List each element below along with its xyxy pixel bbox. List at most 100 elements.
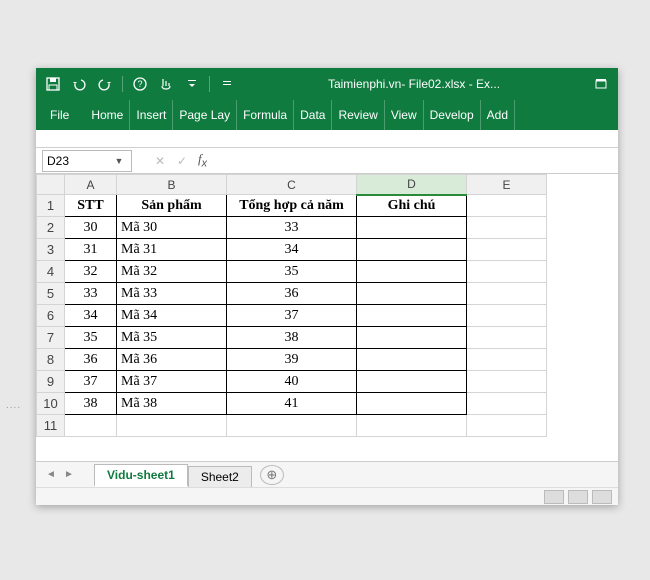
add-sheet-button[interactable]: ⊕	[260, 465, 284, 485]
tab-data[interactable]: Data	[294, 100, 332, 130]
cell-C9[interactable]: 40	[227, 371, 357, 393]
redo-icon[interactable]	[94, 73, 116, 95]
cell-E5[interactable]	[467, 283, 547, 305]
ribbon-display-icon[interactable]	[590, 73, 612, 95]
undo-icon[interactable]	[68, 73, 90, 95]
sheet-nav-next-icon[interactable]: ►	[60, 469, 78, 480]
name-box[interactable]: ▼	[42, 150, 132, 172]
name-box-dropdown-icon[interactable]: ▼	[111, 156, 127, 166]
cell-B11[interactable]	[117, 415, 227, 437]
cell-B4[interactable]: Mã 32	[117, 261, 227, 283]
page-break-view-icon[interactable]	[592, 490, 612, 504]
cell-C10[interactable]: 41	[227, 393, 357, 415]
cell-B3[interactable]: Mã 31	[117, 239, 227, 261]
tab-home[interactable]: Home	[85, 100, 130, 130]
cell-D1[interactable]: Ghi chú	[357, 195, 467, 217]
col-header-A[interactable]: A	[65, 175, 117, 195]
col-header-D[interactable]: D	[357, 175, 467, 195]
row-header-9[interactable]: 9	[37, 371, 65, 393]
cell-E9[interactable]	[467, 371, 547, 393]
cell-E6[interactable]	[467, 305, 547, 327]
cell-B5[interactable]: Mã 33	[117, 283, 227, 305]
cell-E4[interactable]	[467, 261, 547, 283]
select-all-corner[interactable]	[37, 175, 65, 195]
formula-input[interactable]	[207, 154, 618, 168]
touch-mode-icon[interactable]	[155, 73, 177, 95]
cell-A8[interactable]: 36	[65, 349, 117, 371]
cell-A1[interactable]: STT	[65, 195, 117, 217]
cell-D10[interactable]	[357, 393, 467, 415]
cell-D7[interactable]	[357, 327, 467, 349]
cell-D6[interactable]	[357, 305, 467, 327]
cell-D2[interactable]	[357, 217, 467, 239]
cell-E7[interactable]	[467, 327, 547, 349]
tab-file[interactable]: File	[40, 100, 79, 130]
name-box-input[interactable]	[43, 154, 111, 168]
cell-E2[interactable]	[467, 217, 547, 239]
row-header-6[interactable]: 6	[37, 305, 65, 327]
normal-view-icon[interactable]	[544, 490, 564, 504]
cell-A7[interactable]: 35	[65, 327, 117, 349]
row-header-2[interactable]: 2	[37, 217, 65, 239]
cell-A9[interactable]: 37	[65, 371, 117, 393]
cell-D8[interactable]	[357, 349, 467, 371]
cell-A11[interactable]	[65, 415, 117, 437]
cell-B8[interactable]: Mã 36	[117, 349, 227, 371]
cell-C8[interactable]: 39	[227, 349, 357, 371]
col-header-E[interactable]: E	[467, 175, 547, 195]
cell-E3[interactable]	[467, 239, 547, 261]
row-header-5[interactable]: 5	[37, 283, 65, 305]
cell-D9[interactable]	[357, 371, 467, 393]
cell-C1[interactable]: Tổng hợp cả năm	[227, 195, 357, 217]
cell-A5[interactable]: 33	[65, 283, 117, 305]
sheet-tab-sheet2[interactable]: Sheet2	[188, 466, 252, 487]
cell-A6[interactable]: 34	[65, 305, 117, 327]
cell-C11[interactable]	[227, 415, 357, 437]
row-header-10[interactable]: 10	[37, 393, 65, 415]
cell-A2[interactable]: 30	[65, 217, 117, 239]
cancel-formula-icon[interactable]: ✕	[150, 154, 170, 168]
spreadsheet-grid[interactable]: ABCDE1STTSản phẩmTổng hợp cả nămGhi chú2…	[36, 174, 618, 461]
tab-insert[interactable]: Insert	[130, 100, 173, 130]
cell-C2[interactable]: 33	[227, 217, 357, 239]
cell-C3[interactable]: 34	[227, 239, 357, 261]
cell-B7[interactable]: Mã 35	[117, 327, 227, 349]
cell-B1[interactable]: Sản phẩm	[117, 195, 227, 217]
save-icon[interactable]	[42, 73, 64, 95]
row-header-4[interactable]: 4	[37, 261, 65, 283]
cell-B10[interactable]: Mã 38	[117, 393, 227, 415]
cell-D11[interactable]	[357, 415, 467, 437]
tab-review[interactable]: Review	[332, 100, 384, 130]
col-header-C[interactable]: C	[227, 175, 357, 195]
fx-icon[interactable]: fx	[198, 151, 207, 170]
help-icon[interactable]: ?	[129, 73, 151, 95]
tab-view[interactable]: View	[385, 100, 424, 130]
cell-B9[interactable]: Mã 37	[117, 371, 227, 393]
row-header-3[interactable]: 3	[37, 239, 65, 261]
cell-C5[interactable]: 36	[227, 283, 357, 305]
enter-formula-icon[interactable]: ✓	[172, 154, 192, 168]
cell-E8[interactable]	[467, 349, 547, 371]
cell-A3[interactable]: 31	[65, 239, 117, 261]
tab-pagelay[interactable]: Page Lay	[173, 100, 237, 130]
cell-E1[interactable]	[467, 195, 547, 217]
row-header-1[interactable]: 1	[37, 195, 65, 217]
row-header-7[interactable]: 7	[37, 327, 65, 349]
sheet-nav-prev-icon[interactable]: ◄	[42, 469, 60, 480]
row-header-11[interactable]: 11	[37, 415, 65, 437]
page-layout-view-icon[interactable]	[568, 490, 588, 504]
cell-C7[interactable]: 38	[227, 327, 357, 349]
tab-formula[interactable]: Formula	[237, 100, 294, 130]
cell-D5[interactable]	[357, 283, 467, 305]
tab-add[interactable]: Add	[481, 100, 515, 130]
cell-C6[interactable]: 37	[227, 305, 357, 327]
cell-B2[interactable]: Mã 30	[117, 217, 227, 239]
sheet-tab-active[interactable]: Vidu-sheet1	[94, 464, 188, 487]
cell-D3[interactable]	[357, 239, 467, 261]
customize-qat-icon[interactable]	[181, 73, 203, 95]
row-header-8[interactable]: 8	[37, 349, 65, 371]
cell-B6[interactable]: Mã 34	[117, 305, 227, 327]
cell-E11[interactable]	[467, 415, 547, 437]
more-commands-icon[interactable]	[216, 73, 238, 95]
cell-A10[interactable]: 38	[65, 393, 117, 415]
